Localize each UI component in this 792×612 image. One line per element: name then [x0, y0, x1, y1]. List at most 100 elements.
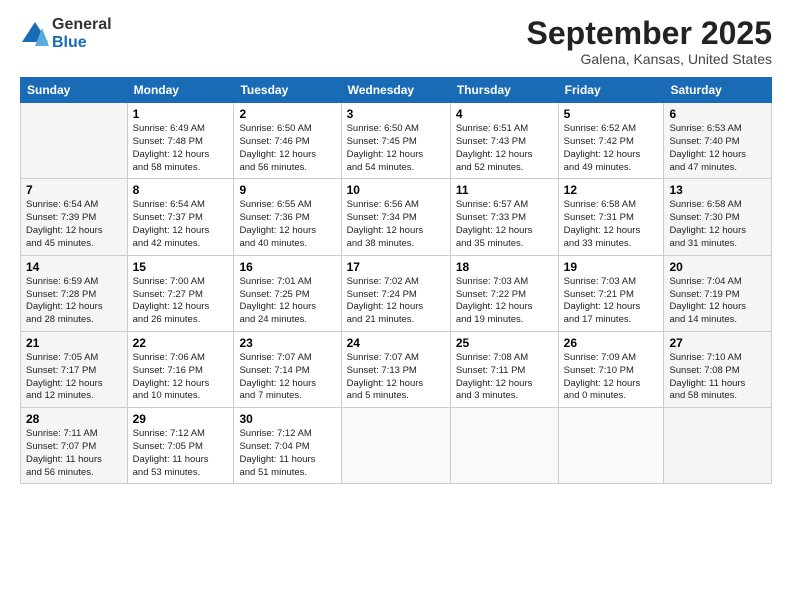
calendar-day-cell	[341, 408, 450, 484]
day-number: 5	[564, 107, 659, 121]
day-info: Sunrise: 7:07 AMSunset: 7:14 PMDaylight:…	[239, 352, 335, 403]
calendar-day-cell: 20Sunrise: 7:04 AMSunset: 7:19 PMDayligh…	[664, 255, 772, 331]
day-info: Sunrise: 7:01 AMSunset: 7:25 PMDaylight:…	[239, 276, 335, 327]
calendar-day-cell: 6 Sunrise: 6:53 AMSunset: 7:40 PMDaylight…	[664, 103, 772, 179]
day-info: Sunrise: 6:58 AMSunset: 7:31 PMDaylight:…	[564, 199, 659, 250]
day-number: 14	[26, 260, 122, 274]
calendar-day-cell: 30 Sunrise: 7:12 AMSunset: 7:04 PMDayligh…	[234, 408, 341, 484]
calendar-table: SundayMondayTuesdayWednesdayThursdayFrid…	[20, 77, 772, 484]
page-header: General Blue September 2025 Galena, Kans…	[20, 16, 772, 67]
day-number: 11	[456, 183, 553, 197]
calendar-week-row: 7 Sunrise: 6:54 AMSunset: 7:39 PMDaylight…	[21, 179, 772, 255]
calendar-week-row: 21 Sunrise: 7:05 AMSunset: 7:17 PMDayligh…	[21, 331, 772, 407]
day-info: Sunrise: 6:59 AMSunset: 7:28 PMDaylight:…	[26, 276, 122, 327]
calendar-header-saturday: Saturday	[664, 78, 772, 103]
calendar-day-cell: 1 Sunrise: 6:49 AMSunset: 7:48 PMDaylight…	[127, 103, 234, 179]
day-number: 8	[133, 183, 229, 197]
calendar-day-cell	[450, 408, 558, 484]
day-info: Sunrise: 7:12 AMSunset: 7:05 PMDaylight:…	[133, 428, 229, 479]
calendar-header-tuesday: Tuesday	[234, 78, 341, 103]
day-number: 25	[456, 336, 553, 350]
day-number: 19	[564, 260, 659, 274]
calendar-day-cell: 7 Sunrise: 6:54 AMSunset: 7:39 PMDaylight…	[21, 179, 128, 255]
day-info: Sunrise: 7:09 AMSunset: 7:10 PMDaylight:…	[564, 352, 659, 403]
day-info: Sunrise: 7:03 AMSunset: 7:22 PMDaylight:…	[456, 276, 553, 327]
calendar-day-cell: 25 Sunrise: 7:08 AMSunset: 7:11 PMDayligh…	[450, 331, 558, 407]
calendar-day-cell: 22 Sunrise: 7:06 AMSunset: 7:16 PMDayligh…	[127, 331, 234, 407]
day-number: 29	[133, 412, 229, 426]
calendar-day-cell: 19 Sunrise: 7:03 AMSunset: 7:21 PMDayligh…	[558, 255, 664, 331]
day-number: 28	[26, 412, 122, 426]
calendar-header-sunday: Sunday	[21, 78, 128, 103]
day-info: Sunrise: 6:51 AMSunset: 7:43 PMDaylight:…	[456, 123, 553, 174]
day-info: Sunrise: 6:53 AMSunset: 7:40 PMDaylight:…	[669, 123, 766, 174]
calendar-day-cell: 11 Sunrise: 6:57 AMSunset: 7:33 PMDayligh…	[450, 179, 558, 255]
logo-general-text: General	[52, 16, 112, 34]
day-info: Sunrise: 6:49 AMSunset: 7:48 PMDaylight:…	[133, 123, 229, 174]
calendar-day-cell: 21 Sunrise: 7:05 AMSunset: 7:17 PMDayligh…	[21, 331, 128, 407]
day-number: 6	[669, 107, 766, 121]
calendar-header-monday: Monday	[127, 78, 234, 103]
day-number: 15	[133, 260, 229, 274]
calendar-week-row: 1 Sunrise: 6:49 AMSunset: 7:48 PMDaylight…	[21, 103, 772, 179]
day-number: 2	[239, 107, 335, 121]
calendar-day-cell: 3 Sunrise: 6:50 AMSunset: 7:45 PMDaylight…	[341, 103, 450, 179]
calendar-header-friday: Friday	[558, 78, 664, 103]
calendar-day-cell: 27 Sunrise: 7:10 AMSunset: 7:08 PMDayligh…	[664, 331, 772, 407]
day-number: 30	[239, 412, 335, 426]
calendar-day-cell: 23Sunrise: 7:07 AMSunset: 7:14 PMDayligh…	[234, 331, 341, 407]
calendar-day-cell: 29 Sunrise: 7:12 AMSunset: 7:05 PMDayligh…	[127, 408, 234, 484]
day-info: Sunrise: 6:50 AMSunset: 7:46 PMDaylight:…	[239, 123, 335, 174]
calendar-day-cell: 18 Sunrise: 7:03 AMSunset: 7:22 PMDayligh…	[450, 255, 558, 331]
calendar-day-cell	[664, 408, 772, 484]
day-number: 1	[133, 107, 229, 121]
day-info: Sunrise: 6:52 AMSunset: 7:42 PMDaylight:…	[564, 123, 659, 174]
logo: General Blue	[20, 16, 112, 51]
calendar-day-cell: 26Sunrise: 7:09 AMSunset: 7:10 PMDayligh…	[558, 331, 664, 407]
day-info: Sunrise: 7:11 AMSunset: 7:07 PMDaylight:…	[26, 428, 122, 479]
day-info: Sunrise: 6:50 AMSunset: 7:45 PMDaylight:…	[347, 123, 445, 174]
calendar-header-thursday: Thursday	[450, 78, 558, 103]
calendar-week-row: 14 Sunrise: 6:59 AMSunset: 7:28 PMDayligh…	[21, 255, 772, 331]
logo-blue-text: Blue	[52, 34, 112, 52]
calendar-day-cell: 15 Sunrise: 7:00 AMSunset: 7:27 PMDayligh…	[127, 255, 234, 331]
calendar-day-cell: 10 Sunrise: 6:56 AMSunset: 7:34 PMDayligh…	[341, 179, 450, 255]
day-info: Sunrise: 7:07 AMSunset: 7:13 PMDaylight:…	[347, 352, 445, 403]
day-info: Sunrise: 7:10 AMSunset: 7:08 PMDaylight:…	[669, 352, 766, 403]
day-info: Sunrise: 7:02 AMSunset: 7:24 PMDaylight:…	[347, 276, 445, 327]
calendar-header-wednesday: Wednesday	[341, 78, 450, 103]
calendar-day-cell: 4 Sunrise: 6:51 AMSunset: 7:43 PMDaylight…	[450, 103, 558, 179]
day-number: 3	[347, 107, 445, 121]
calendar-day-cell: 28 Sunrise: 7:11 AMSunset: 7:07 PMDayligh…	[21, 408, 128, 484]
day-info: Sunrise: 6:56 AMSunset: 7:34 PMDaylight:…	[347, 199, 445, 250]
day-info: Sunrise: 7:08 AMSunset: 7:11 PMDaylight:…	[456, 352, 553, 403]
day-info: Sunrise: 7:05 AMSunset: 7:17 PMDaylight:…	[26, 352, 122, 403]
calendar-day-cell: 9Sunrise: 6:55 AMSunset: 7:36 PMDaylight…	[234, 179, 341, 255]
day-info: Sunrise: 7:00 AMSunset: 7:27 PMDaylight:…	[133, 276, 229, 327]
day-number: 4	[456, 107, 553, 121]
calendar-day-cell: 16Sunrise: 7:01 AMSunset: 7:25 PMDayligh…	[234, 255, 341, 331]
day-info: Sunrise: 6:54 AMSunset: 7:39 PMDaylight:…	[26, 199, 122, 250]
calendar-header-row: SundayMondayTuesdayWednesdayThursdayFrid…	[21, 78, 772, 103]
day-number: 12	[564, 183, 659, 197]
month-title: September 2025	[527, 16, 772, 51]
day-info: Sunrise: 7:12 AMSunset: 7:04 PMDaylight:…	[239, 428, 335, 479]
day-info: Sunrise: 6:58 AMSunset: 7:30 PMDaylight:…	[669, 199, 766, 250]
logo-icon	[20, 20, 50, 48]
day-number: 18	[456, 260, 553, 274]
day-info: Sunrise: 7:03 AMSunset: 7:21 PMDaylight:…	[564, 276, 659, 327]
calendar-week-row: 28 Sunrise: 7:11 AMSunset: 7:07 PMDayligh…	[21, 408, 772, 484]
location: Galena, Kansas, United States	[527, 51, 772, 67]
calendar-day-cell: 13 Sunrise: 6:58 AMSunset: 7:30 PMDayligh…	[664, 179, 772, 255]
day-number: 27	[669, 336, 766, 350]
day-number: 13	[669, 183, 766, 197]
day-info: Sunrise: 6:54 AMSunset: 7:37 PMDaylight:…	[133, 199, 229, 250]
day-number: 22	[133, 336, 229, 350]
day-number: 21	[26, 336, 122, 350]
day-info: Sunrise: 6:57 AMSunset: 7:33 PMDaylight:…	[456, 199, 553, 250]
calendar-day-cell: 2 Sunrise: 6:50 AMSunset: 7:46 PMDaylight…	[234, 103, 341, 179]
day-info: Sunrise: 7:06 AMSunset: 7:16 PMDaylight:…	[133, 352, 229, 403]
day-number: 10	[347, 183, 445, 197]
day-number: 17	[347, 260, 445, 274]
day-number: 7	[26, 183, 122, 197]
